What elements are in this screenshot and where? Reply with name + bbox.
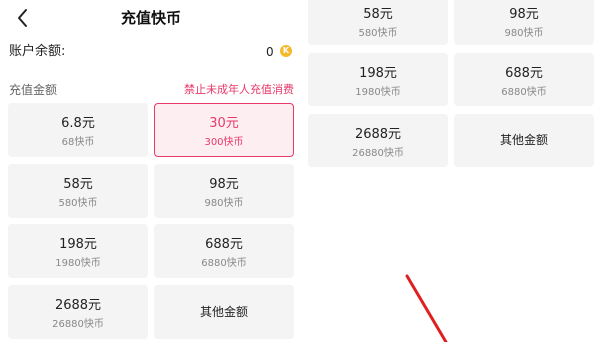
option-coins: 26880快币 [52, 319, 104, 330]
other-amount-label: 其他金额 [499, 133, 548, 147]
option-card-688[interactable]: 688元 6880快币 [154, 224, 294, 278]
option-card-98[interactable]: 98元 980快币 [454, 0, 594, 45]
other-amount-label: 其他金额 [199, 305, 248, 319]
option-amount: 688元 [505, 66, 543, 81]
option-card-58[interactable]: 58元 580快币 [8, 164, 148, 218]
option-coins: 6880快币 [501, 87, 547, 98]
option-coins: 980快币 [204, 198, 244, 209]
option-amount: 688元 [205, 237, 243, 252]
option-amount: 2688元 [54, 298, 102, 313]
option-amount: 58元 [363, 7, 393, 22]
option-coins: 1980快币 [55, 258, 101, 269]
option-card-688[interactable]: 688元 6880快币 [454, 53, 594, 106]
option-card-30-selected[interactable]: 30元 300快币 [154, 103, 294, 157]
option-amount: 30元 [209, 116, 239, 131]
option-coins: 580快币 [358, 28, 398, 39]
section-label: 充值金额 [9, 83, 58, 97]
option-amount: 198元 [359, 66, 397, 81]
option-card-58[interactable]: 58元 580快币 [308, 0, 448, 45]
option-amount: 58元 [63, 177, 93, 192]
option-coins: 6880快币 [201, 258, 247, 269]
option-coins: 580快币 [58, 198, 98, 209]
balance-value: 0 [266, 45, 274, 59]
option-card-other[interactable]: 其他金额 [154, 285, 294, 339]
option-amount: 98元 [209, 177, 239, 192]
option-card-98[interactable]: 98元 980快币 [154, 164, 294, 218]
option-card-2688[interactable]: 2688元 26880快币 [308, 114, 448, 167]
recharge-panel-right: 58元 580快币 98元 980快币 198元 1980快币 688元 688… [302, 0, 600, 342]
option-coins: 300快币 [204, 137, 244, 148]
option-coins: 68快币 [61, 137, 95, 148]
option-coins: 26880快币 [352, 148, 404, 159]
option-coins: 1980快币 [355, 87, 401, 98]
option-amount: 98元 [509, 7, 539, 22]
option-card-other[interactable]: 其他金额 [454, 114, 594, 167]
option-amount: 198元 [59, 237, 97, 252]
option-amount: 2688元 [354, 127, 402, 142]
minor-warning: 禁止未成年人充值消费 [184, 83, 294, 96]
balance-label: 账户余额: [9, 44, 66, 59]
option-card-198[interactable]: 198元 1980快币 [8, 224, 148, 278]
page-title: 充值快币 [120, 9, 181, 27]
option-card-6.8[interactable]: 6.8元 68快币 [8, 103, 148, 157]
option-card-2688[interactable]: 2688元 26880快币 [8, 285, 148, 339]
option-coins: 980快币 [504, 28, 544, 39]
option-amount: 6.8元 [61, 116, 95, 131]
recharge-panel-left: 充值快币 账户余额: 0 K 充值金额 禁止未成年人充值消费 6.8元 68快币… [0, 0, 302, 342]
coin-icon: K [280, 45, 292, 57]
option-card-198[interactable]: 198元 1980快币 [308, 53, 448, 106]
